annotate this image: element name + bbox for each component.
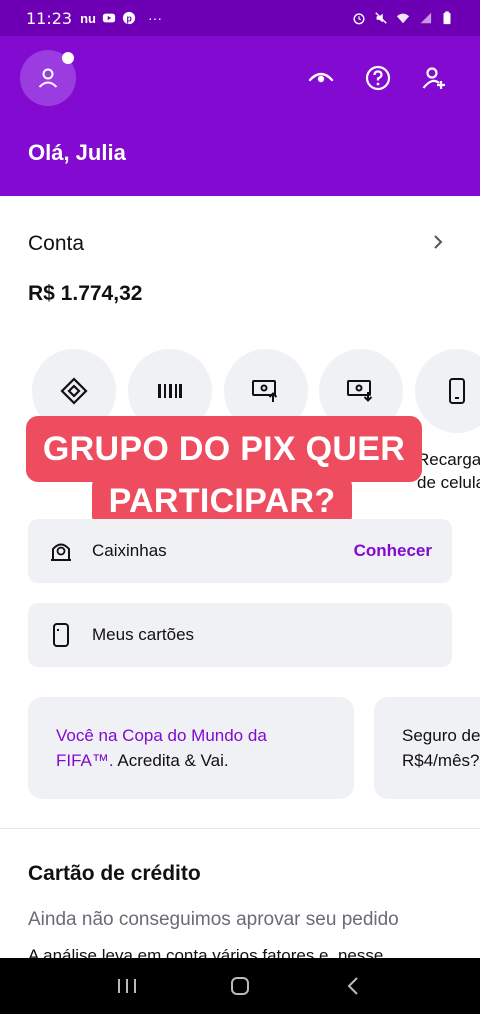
section-divider (0, 828, 480, 829)
shortcut-phone-recharge-label[interactable]: Recarga de celular (417, 448, 480, 494)
battery-icon (443, 11, 451, 25)
svg-text:p: p (127, 14, 132, 24)
credit-card-title: Cartão de crédito (28, 862, 201, 885)
overlay-caption-line1: GRUPO DO PIX QUER (26, 416, 422, 482)
transfer-out-icon (252, 380, 278, 402)
phone-icon (449, 378, 465, 404)
deposit-icon (347, 380, 373, 402)
savings-card[interactable]: Caixinhas Conhecer (28, 519, 452, 583)
barcode-icon (158, 384, 182, 398)
savings-learn-more-link[interactable]: Conhecer (354, 541, 432, 561)
alarm-icon (353, 13, 365, 25)
status-time: 11:23 (26, 8, 73, 28)
recents-icon (117, 979, 136, 993)
back-icon (347, 977, 359, 995)
home-button[interactable] (225, 971, 255, 1001)
more-icon: ··· (148, 10, 162, 26)
promo-card-insurance[interactable]: Seguro de R$4/mês? (374, 697, 480, 799)
account-title: Conta (28, 232, 85, 255)
back-button[interactable] (338, 971, 368, 1001)
nubank-icon: nu (80, 10, 96, 26)
wifi-icon (396, 13, 410, 24)
status-bar: 11:23 nu p ··· (0, 0, 480, 36)
savings-label: Caixinhas (92, 541, 167, 560)
account-balance: R$ 1.774,32 (28, 282, 143, 305)
greeting-text: Olá, Julia (28, 140, 126, 165)
piggy-bank-icon (48, 538, 74, 564)
notification-dot (62, 52, 74, 64)
youtube-icon (102, 13, 116, 23)
pix-icon (60, 377, 88, 405)
profile-icon (38, 68, 58, 88)
toggle-visibility-button[interactable] (305, 62, 337, 94)
card-icon (48, 622, 74, 648)
my-cards-card[interactable]: Meus cartões (28, 603, 452, 667)
mute-icon (375, 12, 387, 24)
my-cards-label: Meus cartões (92, 625, 195, 644)
header: Olá, Julia (0, 36, 480, 196)
invite-friend-button[interactable] (418, 62, 450, 94)
help-button[interactable] (362, 62, 394, 94)
system-nav-bar (0, 958, 480, 1014)
home-icon (230, 977, 249, 995)
promo-text: Acredita & Vai. (113, 751, 229, 770)
help-icon (365, 65, 391, 91)
add-user-icon (422, 67, 445, 89)
promo-card-fifa[interactable]: Você na Copa do Mundo da FIFA™. Acredita… (28, 697, 354, 799)
pinterest-icon: p (122, 11, 136, 25)
credit-card-subtitle: Ainda não conseguimos aprovar seu pedido (28, 909, 399, 930)
recents-button[interactable] (112, 971, 142, 1001)
signal-icon (420, 12, 432, 24)
shortcut-phone-recharge[interactable] (415, 349, 480, 433)
eye-icon (308, 72, 334, 83)
chevron-right-icon[interactable] (428, 232, 448, 252)
